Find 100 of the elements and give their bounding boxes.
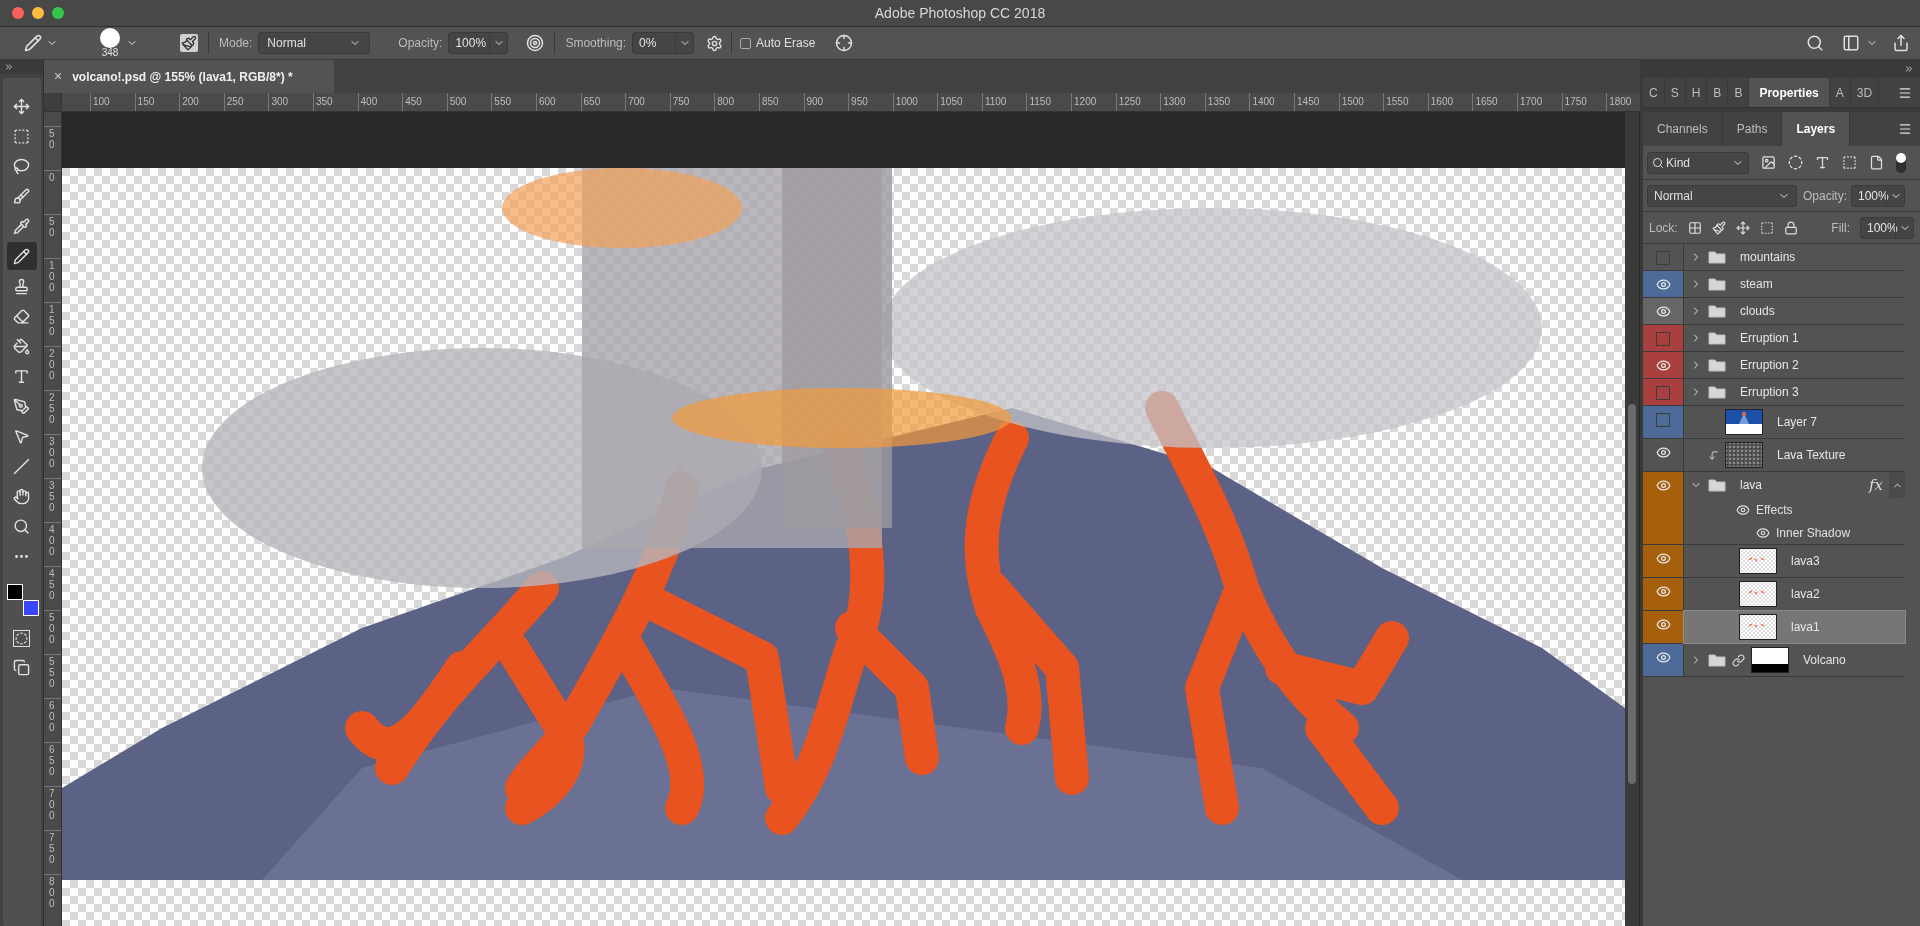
ruler-label: 800 (44, 874, 61, 918)
ruler-label: 300 (268, 93, 313, 111)
panel-tab[interactable]: Properties (1749, 78, 1830, 107)
quick-mask-icon[interactable] (13, 630, 30, 647)
layer-name: Layer 7 (1777, 414, 1818, 431)
brush-size-label: 348 (101, 48, 119, 58)
pencil-tool-icon[interactable] (6, 242, 37, 270)
fill-field[interactable]: 100% (1860, 216, 1914, 239)
share-icon[interactable] (1892, 34, 1910, 52)
ruler-label: 1600 (1427, 93, 1473, 111)
panel-tab[interactable]: B (1707, 78, 1729, 107)
panel-menu-icon[interactable] (1898, 85, 1912, 100)
layer-opacity-field[interactable]: 100% (1851, 184, 1905, 207)
brush-settings-icon[interactable] (180, 34, 198, 52)
ruler-label: 250 (223, 93, 269, 111)
visibility-toggle[interactable] (1643, 545, 1684, 577)
close-tab-button[interactable]: × (54, 66, 63, 87)
ruler-label: 100 (90, 93, 135, 111)
document-tab[interactable]: × volcano!.psd @ 155% (lava1, RGB/8*) * (44, 60, 334, 93)
lock-artboard-icon[interactable] (1759, 220, 1774, 235)
layer-name: clouds (1740, 303, 1775, 320)
workspace-icon[interactable] (1842, 34, 1860, 52)
ruler-label: 600 (535, 93, 581, 111)
opacity-label: Opacity: (398, 35, 443, 52)
layer-row[interactable]: lava1 (1684, 611, 1905, 643)
eye-icon (1655, 304, 1671, 319)
visibility-toggle[interactable] (1643, 271, 1684, 297)
panel-tab[interactable]: C (1643, 78, 1665, 107)
auto-erase-checkbox[interactable] (740, 37, 752, 49)
pressure-size-icon[interactable] (835, 34, 854, 52)
foreground-color-swatch[interactable] (6, 584, 23, 600)
ruler-label: 700 (625, 93, 670, 111)
mode-label: Mode: (219, 35, 253, 52)
smoothing-field[interactable]: 0% (632, 32, 695, 54)
pressure-opacity-icon[interactable] (526, 34, 545, 52)
ruler-label: 1450 (1294, 93, 1339, 111)
visibility-toggle[interactable] (1643, 406, 1684, 438)
zoom-window-button[interactable] (52, 7, 64, 19)
lock-transparency-icon[interactable] (1687, 220, 1702, 235)
pencil-tool-icon[interactable] (24, 34, 42, 52)
filter-kind-dropdown[interactable]: Kind (1647, 151, 1749, 174)
panel-tab[interactable]: H (1685, 78, 1708, 107)
ruler-label: 750 (669, 93, 715, 111)
layer-name: Volcano (1803, 652, 1846, 669)
brush-tip-preview[interactable] (100, 28, 120, 48)
fx-label: fx (1869, 474, 1883, 496)
screen-mode-icon[interactable] (13, 659, 30, 676)
panel-menu-icon[interactable] (1898, 122, 1912, 136)
shape-filter-icon[interactable] (1842, 155, 1857, 170)
type-filter-icon[interactable] (1815, 155, 1830, 170)
folder-icon (1708, 478, 1726, 492)
lock-pixels-icon[interactable] (1711, 220, 1726, 235)
ruler-label: 950 (848, 93, 893, 111)
ruler-label: 250 (44, 390, 61, 434)
minimize-window-button[interactable] (32, 7, 44, 19)
scrollbar-thumb[interactable] (1628, 404, 1636, 784)
panel-tab[interactable]: S (1664, 78, 1686, 107)
ruler-label: 1550 (1383, 93, 1428, 111)
lock-position-icon[interactable] (1735, 220, 1750, 235)
ruler-label: 850 (758, 93, 804, 111)
visibility-toggle[interactable] (1643, 298, 1684, 324)
ruler-label: 350 (312, 93, 358, 111)
ruler-label: 700 (44, 786, 61, 830)
eye-icon (1655, 358, 1671, 373)
visibility-toggle[interactable] (1643, 352, 1684, 378)
visibility-toggle[interactable] (1643, 379, 1684, 405)
search-icon[interactable] (1806, 34, 1824, 52)
filter-toggle[interactable] (1896, 152, 1906, 173)
opacity-field[interactable]: 100% (448, 32, 509, 54)
hidden-visibility-box (1656, 332, 1670, 346)
pixel-filter-icon[interactable] (1761, 155, 1776, 170)
background-color-swatch[interactable] (22, 600, 39, 616)
visibility-toggle[interactable] (1643, 578, 1684, 610)
expand-panel-icon[interactable] (4, 62, 14, 72)
panel-tab[interactable]: Layers (1782, 112, 1851, 146)
lock-label: Lock: (1649, 219, 1678, 237)
visibility-toggle[interactable] (1643, 644, 1684, 676)
eye-icon (1655, 445, 1671, 460)
close-window-button[interactable] (12, 7, 24, 19)
lock-all-icon[interactable] (1783, 220, 1798, 235)
layer-thumbnail (1725, 409, 1763, 435)
visibility-toggle[interactable] (1643, 325, 1684, 351)
mode-dropdown[interactable]: Normal (258, 32, 371, 54)
layer-thumbnail (1725, 442, 1763, 468)
eye-icon[interactable] (1736, 502, 1750, 517)
blend-mode-dropdown[interactable]: Normal (1647, 184, 1797, 207)
smart-object-filter-icon[interactable] (1869, 155, 1884, 170)
eye-icon[interactable] (1756, 525, 1770, 540)
window-title: Adobe Photoshop CC 2018 (874, 3, 1046, 23)
visibility-toggle[interactable] (1643, 611, 1684, 643)
collapse-panels-icon[interactable] (1904, 64, 1914, 74)
visibility-toggle[interactable] (1643, 472, 1684, 544)
smoothing-label: Smoothing: (565, 35, 627, 52)
panel-tab[interactable]: 3D (1850, 78, 1880, 107)
ruler-label: 1650 (1472, 93, 1517, 111)
settings-icon[interactable] (706, 34, 724, 52)
panel-tab[interactable]: A (1829, 78, 1851, 107)
adjustment-filter-icon[interactable] (1788, 155, 1803, 170)
ruler-label: 450 (402, 93, 447, 111)
folder-icon (1708, 277, 1726, 291)
